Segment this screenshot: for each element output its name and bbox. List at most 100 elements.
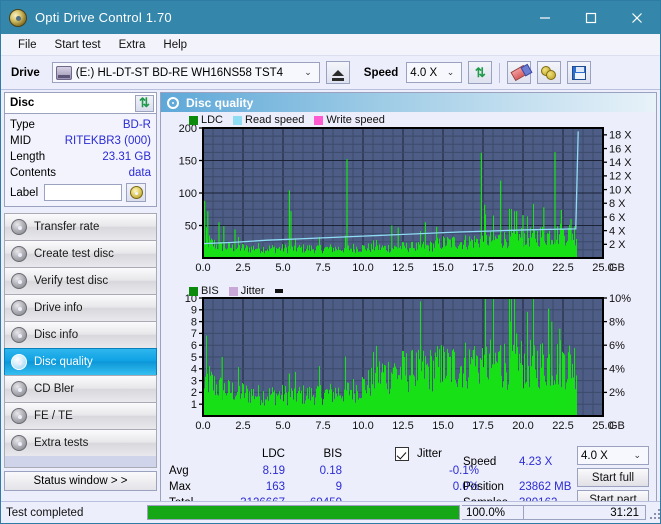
legend-label: Jitter xyxy=(240,285,265,297)
chevron-down-icon: ⌄ xyxy=(304,67,312,77)
svg-text:6 X: 6 X xyxy=(609,212,626,224)
start-full-button[interactable]: Start full xyxy=(577,468,649,487)
sidebar-item-disc-info[interactable]: Disc info xyxy=(4,321,157,348)
disc-panel-header: Disc ⇅ xyxy=(5,93,156,114)
svg-text:22.5: 22.5 xyxy=(552,420,573,432)
disc-row-value: 23.31 GB xyxy=(102,151,151,163)
svg-text:2.5: 2.5 xyxy=(235,420,250,432)
legend-swatch xyxy=(233,115,243,125)
sidebar-item-transfer-rate[interactable]: Transfer rate xyxy=(4,213,157,240)
eraser-icon xyxy=(510,64,529,81)
nav-filler xyxy=(4,456,157,468)
svg-text:GB: GB xyxy=(609,420,625,432)
svg-text:2 X: 2 X xyxy=(609,239,626,251)
close-button[interactable] xyxy=(614,1,660,34)
save-icon xyxy=(572,65,587,80)
drive-label: Drive xyxy=(11,66,40,79)
svg-text:12 X: 12 X xyxy=(609,171,632,183)
legend-label: BIS xyxy=(201,285,219,297)
sidebar-item-label: Verify test disc xyxy=(34,275,109,287)
maximize-button[interactable] xyxy=(568,1,614,34)
sidebar-item-extra-tests[interactable]: Extra tests xyxy=(4,429,157,456)
sidebar-item-label: Disc info xyxy=(34,329,79,341)
speed-select[interactable]: 4.0 X ⌄ xyxy=(406,62,463,83)
sidebar-item-disc-quality[interactable]: Disc quality xyxy=(4,348,157,375)
svg-text:10.0: 10.0 xyxy=(352,420,373,432)
disc-row-key: MID xyxy=(10,135,32,147)
refresh-button[interactable]: ⇅ xyxy=(468,61,493,84)
svg-text:7.5: 7.5 xyxy=(315,262,330,274)
svg-text:14 X: 14 X xyxy=(609,157,632,169)
sidebar-item-label: FE / TE xyxy=(34,410,73,422)
disc-row-value: BD-R xyxy=(122,119,151,131)
svg-text:15.0: 15.0 xyxy=(432,262,453,274)
disc-icon xyxy=(11,246,27,262)
eject-button[interactable] xyxy=(325,61,350,84)
sidebar-item-label: CD Bler xyxy=(34,383,75,395)
sidebar-item-drive-info[interactable]: Drive info xyxy=(4,294,157,321)
svg-text:10%: 10% xyxy=(609,293,631,305)
app-window: Opti Drive Control 1.70 File Start test … xyxy=(0,0,661,524)
legend-entry-bis: BIS xyxy=(189,285,219,297)
main-body: Disc ⇅ Type BD-R MID RITEKBR3 (000) Leng… xyxy=(1,90,660,523)
menu-item-help[interactable]: Help xyxy=(154,37,196,53)
drive-select-value: (E:) HL-DT-ST BD-RE WH16NS58 TST4 xyxy=(75,66,284,79)
ldc-chart-legend: LDC Read speed Write speed xyxy=(189,114,391,126)
legend-swatch xyxy=(189,286,198,296)
save-button[interactable] xyxy=(567,61,592,84)
sidebar-item-label: Drive info xyxy=(34,302,83,314)
legend-swatch xyxy=(228,286,238,296)
speed-result-label: Speed xyxy=(463,456,497,468)
bis-chart-svg: 1098765432110%8%6%4%2%0.0 2.5 5.0 7.5 10.0 12… xyxy=(185,293,631,432)
menu-item-extra[interactable]: Extra xyxy=(110,37,155,53)
svg-text:12.5: 12.5 xyxy=(392,262,413,274)
legend-swatch xyxy=(314,115,324,125)
disc-row-key: Type xyxy=(10,119,35,131)
disc-label-row: Label xyxy=(10,183,151,202)
sidebar-item-verify-test-disc[interactable]: Verify test disc xyxy=(4,267,157,294)
svg-text:2%: 2% xyxy=(609,387,625,399)
disc-label-button[interactable] xyxy=(126,183,147,202)
disc-label-input[interactable] xyxy=(44,184,123,201)
svg-text:6%: 6% xyxy=(609,340,625,352)
drive-toolbar: Drive (E:) HL-DT-ST BD-RE WH16NS58 TST4 … xyxy=(1,56,660,90)
ldc-chart-svg: 2001501005018 X16 X14 X12 X10 X8 X6 X4 X… xyxy=(179,123,633,274)
stats-max-bis: 9 xyxy=(335,481,342,493)
disc-row-key: Contents xyxy=(10,167,57,179)
svg-text:4%: 4% xyxy=(609,364,625,376)
chevron-down-icon: ⌄ xyxy=(446,67,455,77)
minimize-button[interactable] xyxy=(522,1,568,34)
ldc-chart: LDC Read speed Write speed 200 150 100 50 18… xyxy=(161,112,656,284)
disc-row-value: RITEKBR3 (000) xyxy=(64,135,151,147)
disc-refresh-button[interactable]: ⇅ xyxy=(135,94,154,112)
disc-icon xyxy=(11,354,27,370)
stats-avg-bis: 0.18 xyxy=(319,465,342,477)
svg-text:8%: 8% xyxy=(609,316,625,328)
disc-row-key: Length xyxy=(10,151,46,163)
sidebar-item-create-test-disc[interactable]: Create test disc xyxy=(4,240,157,267)
disc-icon xyxy=(11,219,27,235)
sidebar-item-cd-bler[interactable]: CD Bler xyxy=(4,375,157,402)
svg-text:2: 2 xyxy=(191,387,197,399)
svg-text:9: 9 xyxy=(191,305,197,317)
svg-text:100: 100 xyxy=(179,188,197,200)
svg-text:5: 5 xyxy=(191,352,197,364)
svg-text:GB: GB xyxy=(609,262,625,274)
svg-text:8: 8 xyxy=(191,316,197,328)
drive-select[interactable]: (E:) HL-DT-ST BD-RE WH16NS58 TST4 ⌄ xyxy=(51,62,320,83)
sidebar-item-fe-te[interactable]: FE / TE xyxy=(4,402,157,429)
test-speed-select[interactable]: 4.0 X ⌄ xyxy=(577,446,649,465)
erase-button[interactable] xyxy=(507,61,532,84)
bitsetting-button[interactable] xyxy=(537,61,562,84)
jitter-checkbox[interactable] xyxy=(395,447,409,461)
menu-item-file[interactable]: File xyxy=(9,37,46,53)
disc-row-type: Type BD-R xyxy=(10,117,151,133)
status-window-button[interactable]: Status window > > xyxy=(4,471,157,491)
drive-icon xyxy=(55,65,72,80)
menu-item-start-test[interactable]: Start test xyxy=(46,37,110,53)
position-label: Position xyxy=(463,481,504,493)
svg-text:16 X: 16 X xyxy=(609,143,632,155)
menu-bar: File Start test Extra Help xyxy=(1,34,660,56)
resize-grip[interactable] xyxy=(648,507,660,519)
window-controls xyxy=(522,1,660,34)
